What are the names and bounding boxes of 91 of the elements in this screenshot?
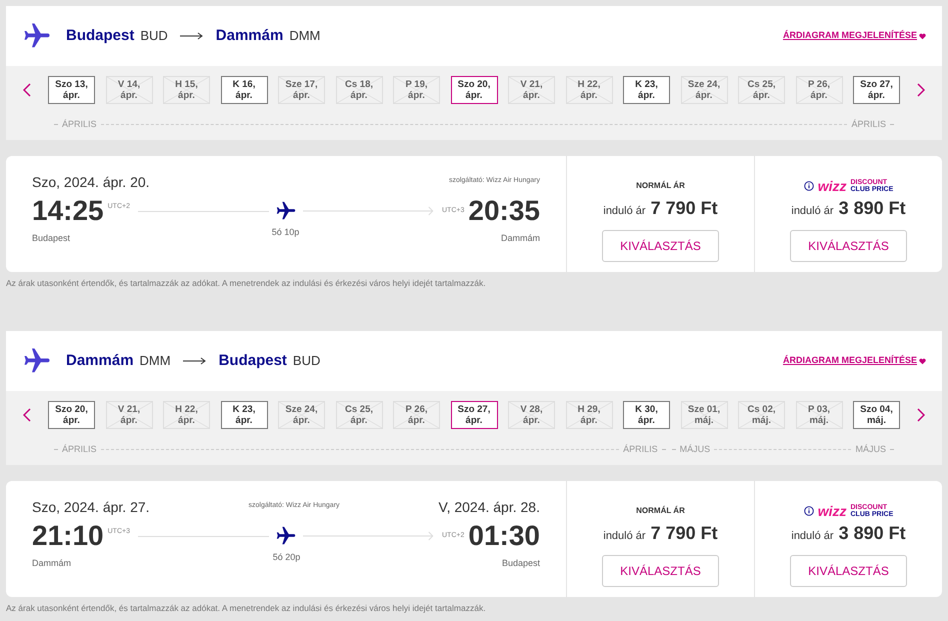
select-button[interactable]: KIVÁLASZTÁS: [602, 555, 719, 587]
date-option[interactable]: H 22, ápr.: [163, 401, 210, 429]
select-button[interactable]: KIVÁLASZTÁS: [790, 230, 907, 262]
departure-date: Szo, 2024. ápr. 27.: [32, 498, 150, 517]
date-option[interactable]: V 21, ápr.: [106, 401, 152, 429]
route-arrow-icon: [303, 531, 434, 541]
destination-city: Dammám: [216, 26, 284, 46]
select-button[interactable]: KIVÁLASZTÁS: [602, 230, 719, 262]
date-option[interactable]: P 26, ápr.: [796, 76, 842, 104]
route-arrow-icon: [303, 206, 434, 216]
price-chart-link[interactable]: ÁRDIAGRAM MEGJELENÍTÉSE: [782, 29, 917, 43]
departure-time: 21:10: [32, 519, 104, 553]
month-label: ÁPRILIS: [851, 118, 886, 131]
date-option[interactable]: P 26, ápr.: [393, 401, 440, 429]
arrival-time: 20:35: [468, 194, 540, 228]
date-option[interactable]: Szo 04, máj.: [853, 401, 900, 429]
select-button[interactable]: KIVÁLASZTÁS: [790, 555, 907, 587]
heart-icon: [919, 32, 926, 40]
date-option[interactable]: Sze 24, ápr.: [278, 401, 325, 429]
arrival-city: Dammám: [500, 232, 540, 245]
date-option[interactable]: Szo 20, ápr.: [450, 76, 498, 104]
price-note: Az árak utasonként értendők, és tartalmazzák az adókat. A menetrendek az indulási és érkezési város helyi idejét tartalmazzák.: [6, 277, 487, 289]
destination-city: Budapest: [218, 350, 287, 371]
from-label: induló ár: [603, 204, 646, 219]
date-option[interactable]: K 30, ápr.: [623, 401, 670, 429]
price-chart-link[interactable]: ÁRDIAGRAM MEGJELENÍTÉSE: [782, 354, 917, 368]
origin-code: DMM: [140, 352, 171, 370]
date-option[interactable]: Szo 20, ápr.: [48, 401, 95, 429]
origin-city: Budapest: [66, 26, 134, 46]
airplane-icon: [275, 525, 297, 547]
departure-date: Szo, 2024. ápr. 20.: [32, 173, 150, 192]
from-label: induló ár: [791, 204, 834, 219]
departure-city: Dammám: [32, 557, 72, 570]
price-note: Az árak utasonként értendők, és tartalmazzák az adókat. A menetrendek az indulási és érkezési város helyi idejét tartalmazzák.: [6, 602, 487, 614]
arrow-icon: [182, 357, 207, 365]
fare-price: 3 890 Ft: [838, 197, 906, 220]
destination-code: BUD: [292, 352, 320, 370]
date-option[interactable]: K 23, ápr.: [623, 76, 670, 104]
date-option[interactable]: H 29, ápr.: [566, 401, 612, 429]
date-option[interactable]: H 22, ápr.: [566, 76, 612, 104]
arrival-time: 01:30: [468, 519, 540, 553]
airplane-icon: [275, 200, 297, 222]
month-label: ÁPRILIS: [62, 118, 97, 131]
club-logo-word: wizz: [818, 505, 846, 517]
date-option[interactable]: K 16, ápr.: [220, 76, 268, 104]
date-option[interactable]: Cs 18, ápr.: [336, 76, 382, 104]
chevron-left-icon: [23, 408, 31, 422]
month-label: ÁPRILIS: [62, 443, 97, 456]
arrival-date: V, 2024. ápr. 28.: [438, 498, 540, 517]
origin-city: Dammám: [66, 350, 134, 371]
date-option[interactable]: V 21, ápr.: [508, 76, 555, 104]
date-option[interactable]: Sze 01, máj.: [680, 401, 728, 429]
departure-time: 14:25: [32, 194, 104, 228]
date-option[interactable]: Szo 27, ápr.: [450, 401, 498, 429]
from-label: induló ár: [603, 529, 646, 544]
chevron-right-icon: [917, 408, 925, 422]
arrival-city: Budapest: [502, 557, 540, 570]
date-option[interactable]: Szo 27, ápr.: [853, 76, 900, 104]
club-logo-word: wizz: [818, 180, 846, 192]
fare-price: 7 790 Ft: [650, 197, 718, 220]
arrow-icon: [180, 32, 204, 40]
flight-duration: 5ó 20p: [272, 551, 300, 564]
date-option[interactable]: Cs 25, ápr.: [738, 76, 785, 104]
date-option[interactable]: V 28, ápr.: [508, 401, 555, 429]
departure-city: Budapest: [32, 232, 70, 245]
date-option[interactable]: Sze 17, ápr.: [278, 76, 325, 104]
from-label: induló ár: [791, 529, 834, 544]
info-icon: [804, 181, 814, 191]
date-option[interactable]: K 23, ápr.: [220, 401, 268, 429]
date-option[interactable]: Cs 25, ápr.: [336, 401, 382, 429]
destination-code: DMM: [289, 27, 320, 46]
fare-title: NORMÁL ÁR: [636, 505, 685, 517]
date-option[interactable]: Sze 24, ápr.: [680, 76, 728, 104]
fare-price: 7 790 Ft: [650, 522, 718, 545]
month-label: MÁJUS: [680, 443, 710, 456]
date-option[interactable]: P 03, máj.: [796, 401, 842, 429]
date-option[interactable]: Cs 02, máj.: [738, 401, 785, 429]
fare-price: 3 890 Ft: [838, 522, 906, 545]
chevron-right-icon: [917, 83, 925, 97]
month-label: ÁPRILIS: [623, 443, 658, 456]
flight-duration: 5ó 10p: [272, 226, 300, 239]
origin-code: BUD: [140, 27, 168, 46]
date-option[interactable]: Szo 13, ápr.: [48, 76, 95, 104]
date-option[interactable]: P 19, ápr.: [393, 76, 440, 104]
date-option[interactable]: H 15, ápr.: [163, 76, 210, 104]
heart-icon: [919, 358, 926, 364]
date-option[interactable]: V 14, ápr.: [106, 76, 152, 104]
fare-title: NORMÁL ÁR: [636, 180, 685, 192]
info-icon: [804, 506, 814, 516]
month-label: MÁJUS: [855, 443, 886, 456]
chevron-left-icon: [23, 83, 31, 97]
